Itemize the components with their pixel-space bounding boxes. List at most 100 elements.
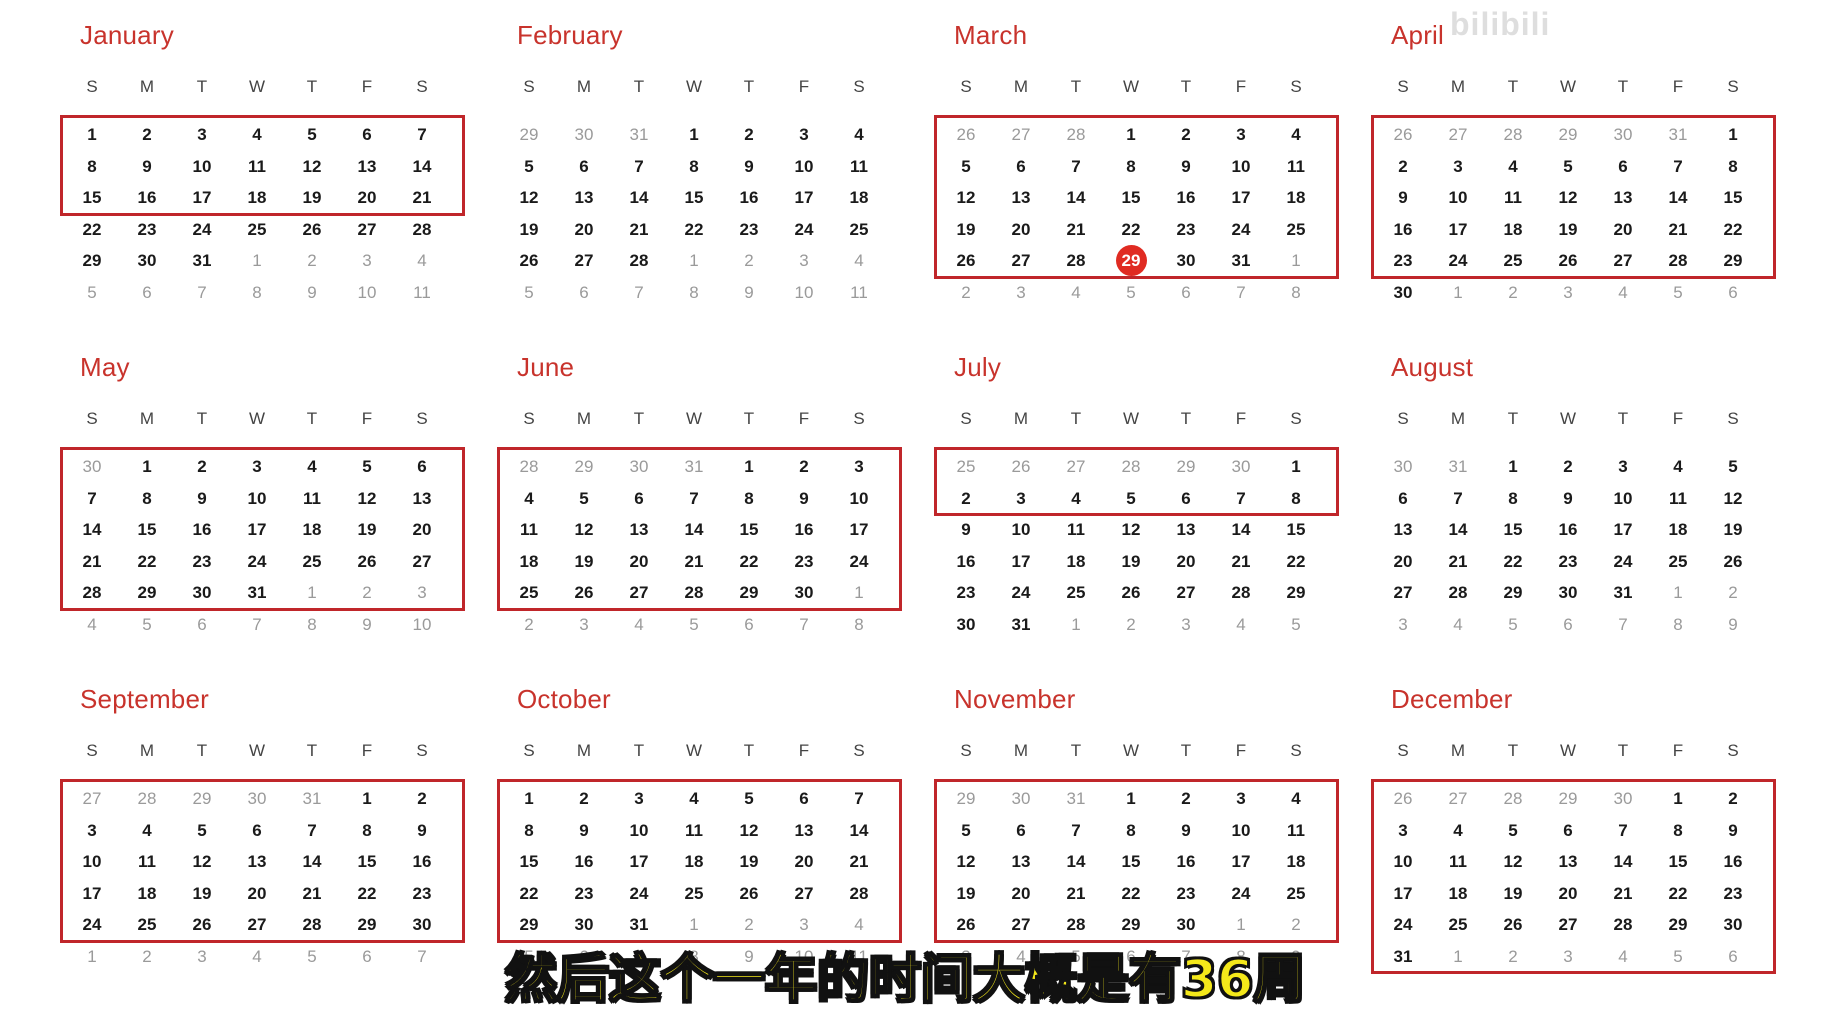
day-cell-adjacent[interactable]: 4 [67, 615, 117, 635]
day-cell[interactable]: 29 [67, 251, 117, 271]
day-cell[interactable]: 16 [941, 552, 991, 572]
month-title[interactable]: October [517, 684, 611, 715]
day-cell[interactable]: 3 [779, 125, 829, 145]
day-cell-adjacent[interactable]: 4 [1216, 615, 1266, 635]
day-cell-adjacent[interactable]: 2 [1488, 283, 1538, 303]
day-cell-adjacent[interactable]: 2 [504, 615, 554, 635]
month-title[interactable]: May [80, 352, 130, 383]
day-cell[interactable]: 28 [1216, 583, 1266, 603]
day-cell[interactable]: 11 [834, 157, 884, 177]
day-cell-adjacent[interactable]: 1 [1051, 615, 1101, 635]
day-cell-adjacent[interactable]: 1 [1653, 583, 1703, 603]
day-cell[interactable]: 22 [1488, 552, 1538, 572]
day-cell-adjacent[interactable]: 7 [397, 947, 447, 967]
day-cell[interactable]: 25 [1653, 552, 1703, 572]
day-cell[interactable]: 18 [1051, 552, 1101, 572]
day-cell[interactable]: 13 [1378, 520, 1428, 540]
day-cell-adjacent[interactable]: 6 [1708, 283, 1758, 303]
day-cell-adjacent[interactable]: 2 [1708, 583, 1758, 603]
day-cell[interactable]: 31 [1598, 583, 1648, 603]
day-cell[interactable]: 17 [996, 552, 1046, 572]
day-cell-adjacent[interactable]: 6 [724, 615, 774, 635]
day-cell[interactable]: 21 [614, 220, 664, 240]
day-cell-adjacent[interactable]: 4 [397, 251, 447, 271]
month-title[interactable]: August [1391, 352, 1473, 383]
day-cell[interactable]: 4 [834, 125, 884, 145]
day-cell[interactable]: 17 [1598, 520, 1648, 540]
day-cell[interactable]: 28 [614, 251, 664, 271]
day-cell[interactable]: 22 [1271, 552, 1321, 572]
day-cell-adjacent[interactable]: 8 [232, 283, 282, 303]
day-cell[interactable]: 12 [504, 188, 554, 208]
day-cell-adjacent[interactable]: 8 [834, 615, 884, 635]
month-title[interactable]: June [517, 352, 574, 383]
day-cell-adjacent[interactable]: 3 [996, 283, 1046, 303]
day-cell[interactable]: 13 [1161, 520, 1211, 540]
day-cell[interactable]: 14 [614, 188, 664, 208]
day-cell[interactable]: 10 [779, 157, 829, 177]
day-cell[interactable]: 30 [122, 251, 172, 271]
month-title[interactable]: September [80, 684, 209, 715]
month-title[interactable]: July [954, 352, 1001, 383]
day-cell-adjacent[interactable]: 10 [779, 283, 829, 303]
day-cell[interactable]: 6 [1378, 489, 1428, 509]
day-cell[interactable]: 9 [1543, 489, 1593, 509]
day-cell[interactable]: 4 [1653, 457, 1703, 477]
day-cell-adjacent[interactable]: 30 [1378, 457, 1428, 477]
day-cell-adjacent[interactable]: 30 [559, 125, 609, 145]
day-cell-adjacent[interactable]: 29 [504, 125, 554, 145]
day-cell[interactable]: 27 [1161, 583, 1211, 603]
month-title[interactable]: April [1391, 20, 1444, 51]
day-cell[interactable]: 15 [1271, 520, 1321, 540]
month-title[interactable]: February [517, 20, 623, 51]
day-cell-adjacent[interactable]: 5 [1271, 615, 1321, 635]
day-cell[interactable]: 11 [1051, 520, 1101, 540]
day-cell[interactable]: 19 [1106, 552, 1156, 572]
day-cell[interactable]: 8 [669, 157, 719, 177]
day-cell-adjacent[interactable]: 4 [834, 251, 884, 271]
day-cell[interactable]: 14 [1216, 520, 1266, 540]
day-cell-adjacent[interactable]: 8 [1653, 615, 1703, 635]
day-cell[interactable]: 28 [1433, 583, 1483, 603]
day-cell[interactable]: 26 [287, 220, 337, 240]
day-cell[interactable]: 24 [996, 583, 1046, 603]
day-cell-adjacent[interactable]: 7 [779, 615, 829, 635]
day-cell[interactable]: 27 [559, 251, 609, 271]
day-cell[interactable]: 27 [342, 220, 392, 240]
day-cell[interactable]: 19 [504, 220, 554, 240]
day-cell[interactable]: 15 [1488, 520, 1538, 540]
day-cell[interactable]: 26 [504, 251, 554, 271]
day-cell[interactable]: 23 [724, 220, 774, 240]
day-cell-adjacent[interactable]: 5 [122, 615, 172, 635]
day-cell[interactable]: 25 [232, 220, 282, 240]
day-cell-adjacent[interactable]: 9 [724, 283, 774, 303]
day-cell-adjacent[interactable]: 31 [1433, 457, 1483, 477]
day-cell-adjacent[interactable]: 1 [67, 947, 117, 967]
day-cell[interactable]: 26 [1708, 552, 1758, 572]
day-cell[interactable]: 10 [1598, 489, 1648, 509]
day-cell[interactable]: 12 [1708, 489, 1758, 509]
day-cell-adjacent[interactable]: 5 [669, 615, 719, 635]
day-cell-adjacent[interactable]: 7 [1216, 283, 1266, 303]
day-cell[interactable]: 1 [1488, 457, 1538, 477]
month-title[interactable]: November [954, 684, 1076, 715]
day-cell[interactable]: 22 [669, 220, 719, 240]
day-cell[interactable]: 23 [122, 220, 172, 240]
day-cell[interactable]: 22 [67, 220, 117, 240]
day-cell-adjacent[interactable]: 3 [559, 615, 609, 635]
day-cell[interactable]: 30 [1378, 283, 1428, 303]
day-cell-adjacent[interactable]: 6 [177, 615, 227, 635]
day-cell-adjacent[interactable]: 4 [1051, 283, 1101, 303]
day-cell-adjacent[interactable]: 9 [1708, 615, 1758, 635]
day-cell-adjacent[interactable]: 6 [559, 283, 609, 303]
day-cell-adjacent[interactable]: 1 [669, 251, 719, 271]
month-title[interactable]: March [954, 20, 1027, 51]
day-cell[interactable]: 24 [1598, 552, 1648, 572]
day-cell-adjacent[interactable]: 1 [1433, 283, 1483, 303]
day-cell-adjacent[interactable]: 8 [1271, 283, 1321, 303]
day-cell-adjacent[interactable]: 6 [342, 947, 392, 967]
day-cell[interactable]: 23 [941, 583, 991, 603]
day-cell[interactable]: 16 [724, 188, 774, 208]
day-cell-adjacent[interactable]: 10 [342, 283, 392, 303]
day-cell-adjacent[interactable]: 6 [122, 283, 172, 303]
